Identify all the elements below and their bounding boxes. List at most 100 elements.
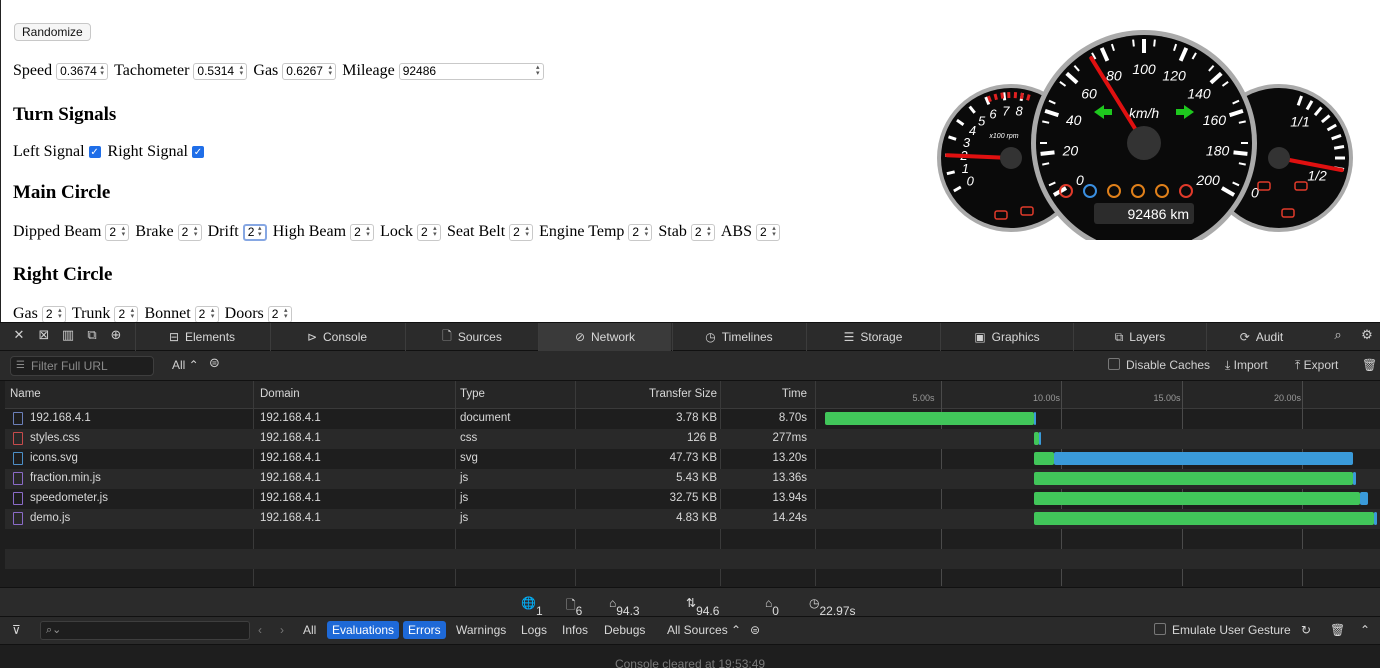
table-row[interactable]: speedometer.js192.168.4.1js32.75 KB13.94… bbox=[5, 489, 1380, 509]
speed-unit: km/h bbox=[1129, 105, 1160, 121]
main-circle-heading: Main Circle bbox=[13, 182, 110, 204]
main-circle-input-4[interactable]: 2▴▾ bbox=[417, 224, 441, 241]
console-toggle-icon[interactable]: ⊽ bbox=[12, 623, 21, 637]
col-type[interactable]: Type bbox=[460, 388, 485, 400]
tach-tick bbox=[1004, 92, 1005, 100]
console-sources-select[interactable]: All Sources ⌃ bbox=[667, 623, 741, 637]
tach-tick-label: 5 bbox=[978, 113, 986, 128]
cell-size: 47.73 KB bbox=[605, 452, 717, 464]
prev-icon[interactable]: ‹ bbox=[258, 623, 262, 637]
file-icon bbox=[13, 512, 23, 525]
right-circle-label-0: Gas bbox=[13, 305, 38, 323]
table-row[interactable]: icons.svg192.168.4.1svg47.73 KB13.20s bbox=[5, 449, 1380, 469]
main-circle-label-6: Engine Temp bbox=[539, 223, 624, 241]
trash-icon[interactable]: 🗑 bbox=[1330, 623, 1345, 637]
speed-tick-label: 160 bbox=[1203, 112, 1227, 128]
tab-sources[interactable]: 🗋Sources bbox=[405, 323, 538, 351]
right-signal-checkbox[interactable]: ✓ bbox=[192, 146, 204, 158]
filter-url-input[interactable]: ☰Filter Full URL bbox=[10, 356, 154, 376]
randomize-button[interactable]: Randomize bbox=[14, 23, 91, 41]
cell-name: demo.js bbox=[30, 512, 70, 524]
main-circle-input-8[interactable]: 2▴▾ bbox=[756, 224, 780, 241]
console-filter-infos[interactable]: Infos bbox=[562, 623, 588, 637]
console-filter-input[interactable]: ⌕⌄ bbox=[40, 621, 250, 640]
import-button[interactable]: ⤓ Import bbox=[1225, 358, 1268, 373]
tab-network[interactable]: ⊘Network bbox=[538, 323, 671, 351]
cell-time: 13.36s bbox=[725, 472, 807, 484]
main-circle-input-6[interactable]: 2▴▾ bbox=[628, 224, 652, 241]
cell-time: 13.20s bbox=[725, 452, 807, 464]
console-filter-logs[interactable]: Logs bbox=[521, 623, 547, 637]
console-filter-all[interactable]: All bbox=[303, 623, 316, 637]
console-filter-debugs[interactable]: Debugs bbox=[604, 623, 645, 637]
tab-storage[interactable]: ☰Storage bbox=[806, 323, 939, 351]
tab-timelines[interactable]: ◷Timelines bbox=[672, 323, 805, 351]
tach-tick-label: 7 bbox=[1002, 103, 1010, 118]
console-icon: ⊳ bbox=[307, 330, 317, 344]
close-icon[interactable]: ✕ bbox=[12, 329, 26, 343]
audit-icon: ⟳ bbox=[1240, 330, 1250, 344]
undock-icon[interactable]: ⧉ bbox=[85, 329, 99, 343]
main-circle-input-1[interactable]: 2▴▾ bbox=[178, 224, 202, 241]
search-icon[interactable]: ⌕ bbox=[1331, 329, 1345, 343]
clear-icon[interactable]: 🗑 bbox=[1362, 358, 1377, 372]
speed-hub bbox=[1127, 126, 1161, 160]
console-filter-evaluations[interactable]: Evaluations bbox=[327, 621, 399, 639]
network-table: Name Domain Type Transfer Size Time 5.00… bbox=[5, 381, 1380, 586]
main-circle-input-7[interactable]: 2▴▾ bbox=[691, 224, 715, 241]
gear-icon[interactable]: ⚙ bbox=[1360, 329, 1374, 343]
table-row[interactable]: 192.168.4.1192.168.4.1document3.78 KB8.7… bbox=[5, 409, 1380, 429]
filter-options-icon[interactable]: ⊜ bbox=[209, 356, 220, 371]
console-filter-errors[interactable]: Errors bbox=[403, 621, 446, 639]
main-circle-input-2[interactable]: 2▴▾ bbox=[243, 224, 267, 241]
emulate-gesture-toggle[interactable]: Emulate User Gesture bbox=[1154, 623, 1291, 637]
inspect-icon[interactable]: ⊕ bbox=[109, 329, 123, 343]
speed-input[interactable]: 0.3674▴▾ bbox=[56, 63, 108, 80]
console-options-icon[interactable]: ⊜ bbox=[750, 623, 760, 637]
table-row[interactable]: styles.css192.168.4.1css126 B277ms bbox=[5, 429, 1380, 449]
export-button[interactable]: ⤒ Export bbox=[1295, 358, 1338, 373]
col-name[interactable]: Name bbox=[10, 388, 41, 400]
gas-input[interactable]: 0.6267▴▾ bbox=[282, 63, 336, 80]
tab-elements[interactable]: ⊟Elements bbox=[135, 323, 268, 351]
reload-icon[interactable]: ↻ bbox=[1301, 623, 1311, 637]
main-circle-label-3: High Beam bbox=[273, 223, 346, 241]
dock-bottom-icon[interactable]: ⊠ bbox=[37, 329, 51, 343]
speed-label: Speed bbox=[13, 62, 52, 80]
main-circle-input-5[interactable]: 2▴▾ bbox=[509, 224, 533, 241]
tab-console[interactable]: ⊳Console bbox=[270, 323, 403, 351]
left-signal-checkbox[interactable]: ✓ bbox=[89, 146, 101, 158]
tab-layers[interactable]: ⧉Layers bbox=[1073, 323, 1206, 351]
right-circle-input-2[interactable]: 2▴▾ bbox=[195, 306, 219, 323]
next-icon[interactable]: › bbox=[280, 623, 284, 637]
table-row[interactable]: fraction.min.js192.168.4.1js5.43 KB13.36… bbox=[5, 469, 1380, 489]
col-time[interactable]: Time bbox=[725, 388, 807, 400]
mileage-input[interactable]: 92486▴▾ bbox=[399, 63, 544, 80]
main-circle-row: Dipped Beam2▴▾Brake2▴▾Drift2▴▾High Beam2… bbox=[13, 223, 786, 241]
disable-caches-toggle[interactable]: Disable Caches bbox=[1108, 358, 1210, 372]
right-circle-input-0[interactable]: 2▴▾ bbox=[42, 306, 66, 323]
cell-domain: 192.168.4.1 bbox=[260, 492, 321, 504]
col-domain[interactable]: Domain bbox=[260, 388, 300, 400]
cell-type: css bbox=[460, 432, 477, 444]
main-circle-label-1: Brake bbox=[135, 223, 173, 241]
main-circle-label-0: Dipped Beam bbox=[13, 223, 101, 241]
cell-name: 192.168.4.1 bbox=[30, 412, 91, 424]
timeline-bar-receiving bbox=[1039, 432, 1041, 445]
type-filter-select[interactable]: All ⌃ bbox=[172, 358, 199, 372]
right-circle-input-1[interactable]: 2▴▾ bbox=[114, 306, 138, 323]
tab-graphics[interactable]: ▣Graphics bbox=[940, 323, 1073, 351]
expand-icon[interactable]: ⌃ bbox=[1360, 623, 1370, 637]
col-transfer-size[interactable]: Transfer Size bbox=[605, 388, 717, 400]
domains-count: 🌐 1 bbox=[521, 596, 536, 610]
main-circle-input-3[interactable]: 2▴▾ bbox=[350, 224, 374, 241]
table-row[interactable]: demo.js192.168.4.1js4.83 KB14.24s bbox=[5, 509, 1380, 529]
main-circle-input-0[interactable]: 2▴▾ bbox=[105, 224, 129, 241]
console-filter-warnings[interactable]: Warnings bbox=[456, 623, 506, 637]
dock-side-icon[interactable]: ▥ bbox=[61, 329, 75, 343]
right-circle-label-3: Doors bbox=[225, 305, 264, 323]
right-circle-input-3[interactable]: 2▴▾ bbox=[268, 306, 292, 323]
tab-audit[interactable]: ⟳Audit bbox=[1206, 323, 1316, 351]
file-icon bbox=[13, 472, 23, 485]
tachometer-input[interactable]: 0.5314▴▾ bbox=[193, 63, 247, 80]
